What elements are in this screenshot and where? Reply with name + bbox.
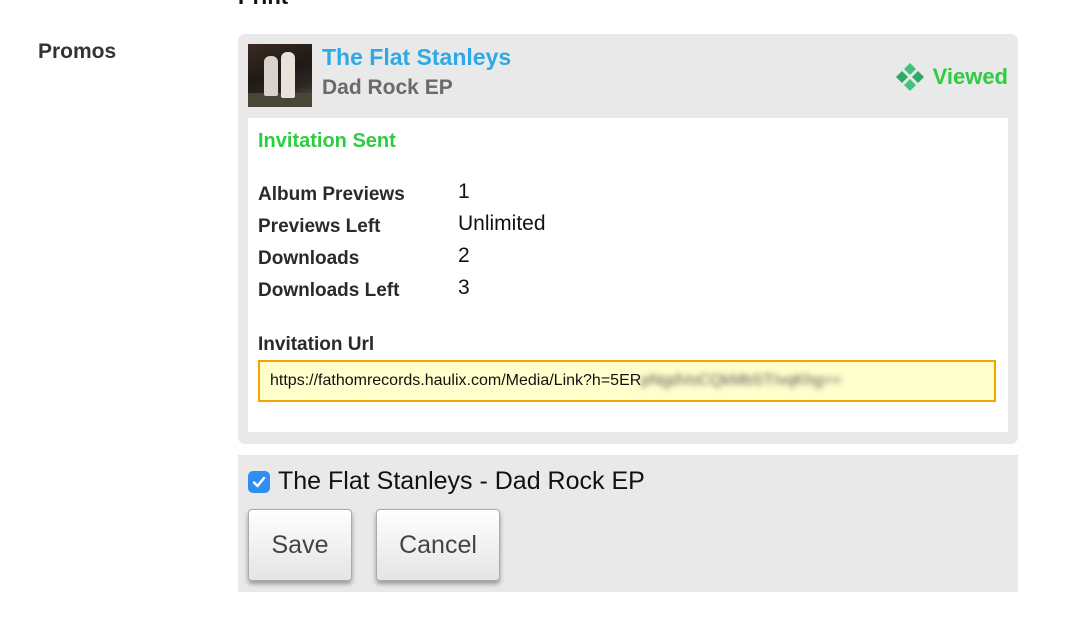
viewed-label: Viewed [932, 64, 1008, 89]
artist-link[interactable]: The Flat Stanleys [322, 44, 511, 71]
invitation-url-field[interactable]: https://fathomrecords.haulix.com/Media/L… [258, 360, 996, 402]
page: Print Promos The Flat Stanleys Dad Rock … [0, 0, 1088, 620]
promo-card: The Flat Stanleys Dad Rock EP Viewed Inv… [238, 34, 1018, 444]
promo-checkbox[interactable] [248, 470, 270, 493]
promo-selection-panel: The Flat Stanleys - Dad Rock EP Save Can… [238, 455, 1018, 592]
stat-label: Downloads [258, 248, 360, 269]
album-title: Dad Rock EP [322, 76, 453, 99]
print-link-cutoff[interactable]: Print [238, 0, 288, 10]
section-label-promos: Promos [38, 40, 117, 63]
stat-label: Downloads Left [258, 280, 400, 301]
stat-label: Album Previews [258, 184, 405, 205]
cancel-button[interactable]: Cancel [376, 509, 500, 581]
promo-checkbox-label[interactable]: The Flat Stanleys - Dad Rock EP [278, 467, 645, 496]
invitation-status: Invitation Sent [258, 130, 396, 152]
stat-value: 2 [458, 244, 470, 267]
promo-checkbox-row: The Flat Stanleys - Dad Rock EP [248, 467, 645, 496]
viewed-diamond-icon [895, 63, 924, 91]
save-button[interactable]: Save [248, 509, 352, 581]
checkmark-icon [252, 476, 266, 487]
viewed-status: Viewed [895, 62, 1008, 92]
stat-value: 1 [458, 180, 470, 203]
invitation-url-obscured: pNgdVoCQkMbST/vqKhg== [641, 372, 842, 389]
stat-label: Previews Left [258, 216, 381, 237]
invitation-url-text: https://fathomrecords.haulix.com/Media/L… [270, 372, 642, 389]
stat-value: 3 [458, 276, 470, 299]
album-cover-image [248, 44, 312, 107]
stat-value: Unlimited [458, 212, 546, 235]
invitation-details: Invitation Sent Album Previews 1 Preview… [248, 118, 1008, 432]
invitation-url-label: Invitation Url [258, 334, 375, 355]
